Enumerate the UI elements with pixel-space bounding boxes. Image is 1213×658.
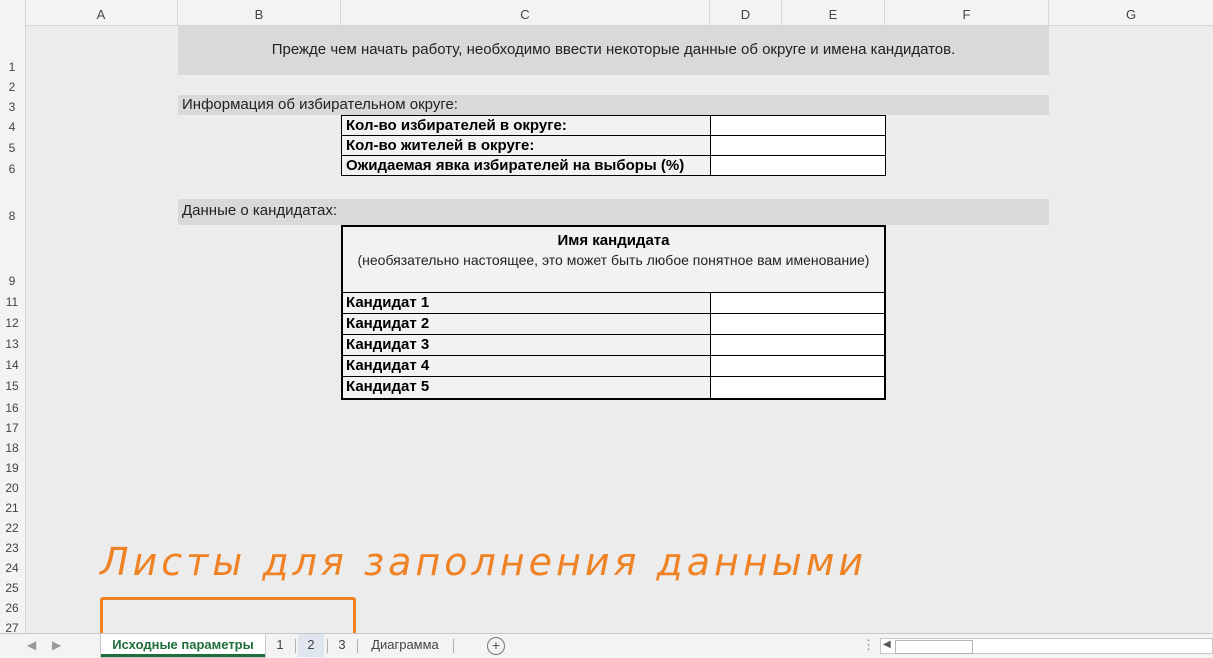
table-row: Кандидат 3	[343, 335, 884, 356]
residents-count-input[interactable]	[710, 135, 886, 156]
select-all-corner[interactable]	[0, 0, 26, 25]
table-row: Кол-во избирателей в округе:	[341, 115, 886, 136]
scrollbar-thumb[interactable]	[895, 640, 973, 654]
row-header[interactable]: 14	[0, 358, 24, 372]
row-header[interactable]: 17	[0, 421, 24, 435]
tab-separator	[327, 639, 328, 653]
row-header[interactable]: 21	[0, 501, 24, 515]
tab-separator	[357, 639, 358, 653]
row-header[interactable]: 16	[0, 401, 24, 415]
residents-count-label[interactable]: Кол-во жителей в округе:	[341, 135, 711, 156]
row-header[interactable]: 3	[0, 100, 24, 114]
row-header[interactable]: 2	[0, 80, 24, 94]
split-handle-icon[interactable]: ⋮	[862, 637, 875, 653]
horizontal-scrollbar[interactable]: ◀	[880, 638, 1213, 654]
district-table: Кол-во избирателей в округе: Кол-во жите…	[341, 115, 886, 176]
sheet-tab-chart[interactable]: Диаграмма	[362, 634, 448, 657]
row-header[interactable]: 12	[0, 316, 24, 330]
row-header[interactable]: 27	[0, 621, 24, 633]
annotation-highlight-box	[100, 597, 356, 633]
intro-banner[interactable]: Прежде чем начать работу, необходимо вве…	[178, 26, 1049, 75]
row-header[interactable]: 6	[0, 162, 24, 176]
column-header-c[interactable]: C	[341, 0, 710, 25]
sheet-tab-initial-params[interactable]: Исходные параметры	[101, 634, 265, 657]
tab-separator	[453, 639, 454, 653]
turnout-label[interactable]: Ожидаемая явка избирателей на выборы (%)	[341, 155, 711, 176]
annotation-text: Листы для заполнения данными	[100, 540, 868, 584]
candidate-label[interactable]: Кандидат 3	[343, 335, 711, 355]
row-header[interactable]: 25	[0, 581, 24, 595]
district-section-label[interactable]: Информация об избирательном округе:	[178, 95, 1049, 115]
sheet-tab-2[interactable]: 2	[298, 634, 324, 657]
candidate-name-header[interactable]: Имя кандидата (необязательно настоящее, …	[343, 227, 884, 293]
table-row: Кандидат 4	[343, 356, 884, 377]
row-header[interactable]: 22	[0, 521, 24, 535]
scroll-left-icon[interactable]: ◀	[883, 639, 891, 650]
add-sheet-icon[interactable]: +	[487, 637, 505, 655]
candidate-name-header-note: (необязательно настоящее, это может быть…	[357, 252, 870, 268]
sheet-tab-1[interactable]: 1	[268, 634, 292, 657]
candidates-table: Имя кандидата (необязательно настоящее, …	[341, 225, 886, 400]
column-header-a[interactable]: A	[25, 0, 178, 25]
candidate-label[interactable]: Кандидат 1	[343, 293, 711, 313]
spreadsheet-grid[interactable]: A B C D E F G 1 2 3 4 5 6 8 9 11 12 13 1…	[0, 0, 1213, 633]
candidate-name-input[interactable]	[711, 335, 884, 355]
candidate-name-input[interactable]	[711, 314, 884, 334]
voters-count-input[interactable]	[710, 115, 886, 136]
candidate-name-input[interactable]	[711, 293, 884, 313]
sheet-tab-bar: ◀ ▶ Исходные параметры 1 2 3 Диаграмма +…	[0, 633, 1213, 658]
row-header[interactable]: 1	[0, 60, 24, 74]
next-sheet-icon[interactable]: ▶	[52, 638, 61, 652]
candidate-label[interactable]: Кандидат 2	[343, 314, 711, 334]
column-header-f[interactable]: F	[885, 0, 1049, 25]
row-header[interactable]: 19	[0, 461, 24, 475]
table-row: Кандидат 1	[343, 293, 884, 314]
candidate-name-input[interactable]	[711, 356, 884, 376]
sheet-tab-3[interactable]: 3	[330, 634, 354, 657]
row-header[interactable]: 11	[0, 295, 24, 309]
table-row: Ожидаемая явка избирателей на выборы (%)	[341, 155, 886, 176]
prev-sheet-icon[interactable]: ◀	[27, 638, 36, 652]
row-header[interactable]: 13	[0, 337, 24, 351]
row-headers: 1 2 3 4 5 6 8 9 11 12 13 14 15 16 17 18 …	[0, 25, 26, 633]
candidate-label[interactable]: Кандидат 5	[343, 377, 711, 398]
turnout-input[interactable]	[710, 155, 886, 176]
row-header[interactable]: 20	[0, 481, 24, 495]
voters-count-label[interactable]: Кол-во избирателей в округе:	[341, 115, 711, 136]
column-headers: A B C D E F G	[0, 0, 1213, 26]
candidate-name-header-title: Имя кандидата	[557, 232, 670, 249]
candidates-section-label[interactable]: Данные о кандидатах:	[178, 199, 1049, 225]
candidate-name-input[interactable]	[711, 377, 884, 398]
row-header[interactable]: 4	[0, 120, 24, 134]
row-header[interactable]: 23	[0, 541, 24, 555]
row-header[interactable]: 9	[0, 274, 24, 288]
column-header-g[interactable]: G	[1049, 0, 1213, 25]
row-header[interactable]: 24	[0, 561, 24, 575]
tab-separator	[295, 639, 296, 653]
row-header[interactable]: 5	[0, 141, 24, 155]
row-header[interactable]: 26	[0, 601, 24, 615]
row-header[interactable]: 8	[0, 209, 24, 223]
column-header-e[interactable]: E	[782, 0, 885, 25]
table-row: Кандидат 5	[343, 377, 884, 398]
row-header[interactable]: 15	[0, 379, 24, 393]
column-header-d[interactable]: D	[710, 0, 782, 25]
table-row: Кол-во жителей в округе:	[341, 135, 886, 156]
row-header[interactable]: 18	[0, 441, 24, 455]
candidate-label[interactable]: Кандидат 4	[343, 356, 711, 376]
column-header-b[interactable]: B	[178, 0, 341, 25]
table-row: Кандидат 2	[343, 314, 884, 335]
